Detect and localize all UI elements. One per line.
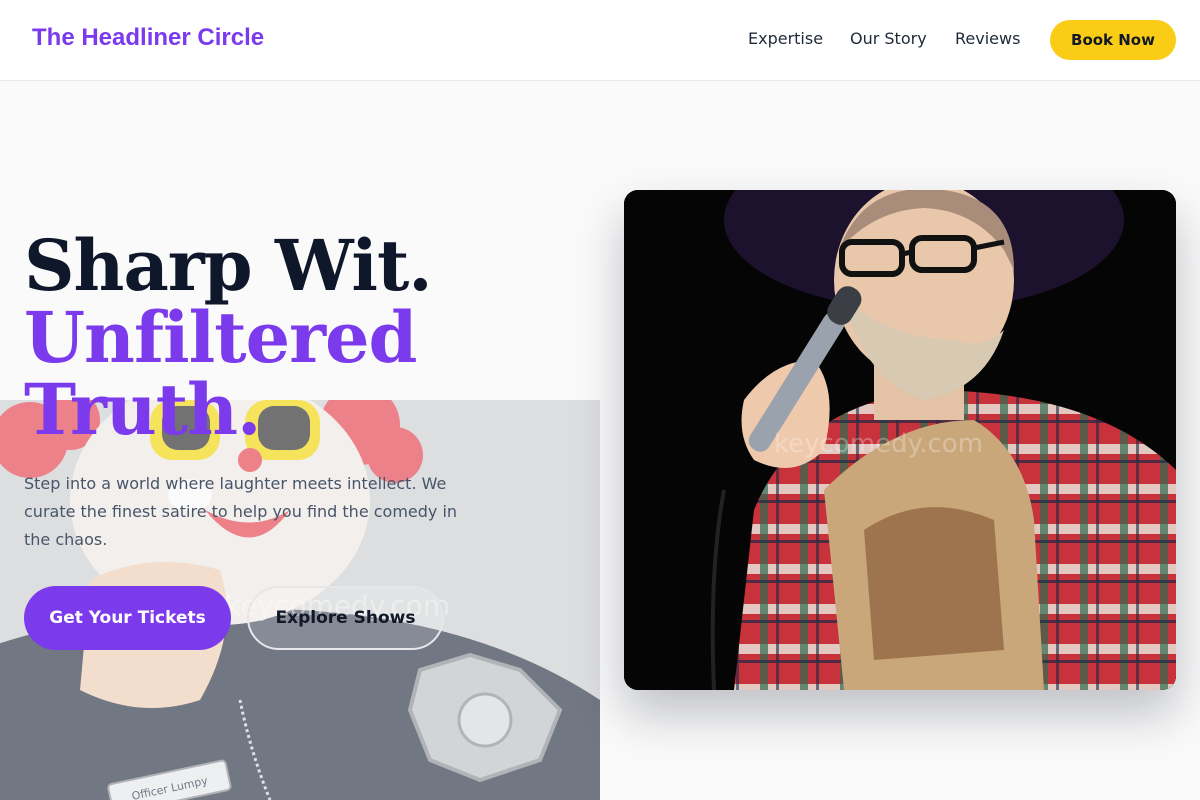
top-navbar: The Headliner Circle Expertise Our Story…: [0, 0, 1200, 81]
hero-image-comedian: keycomedy.com: [624, 190, 1176, 690]
card-watermark: keycomedy.com: [774, 429, 983, 459]
nav-link-expertise[interactable]: Expertise: [748, 29, 823, 48]
hero-title-line-1: Sharp Wit.: [24, 224, 433, 307]
explore-shows-button[interactable]: Explore Shows: [247, 586, 444, 650]
hero-title-line-2: Unfiltered: [24, 296, 417, 379]
get-tickets-button[interactable]: Get Your Tickets: [24, 586, 231, 650]
nav-link-reviews[interactable]: Reviews: [955, 29, 1020, 48]
hero-title-line-3: Truth.: [24, 368, 261, 451]
hero-description: Step into a world where laughter meets i…: [24, 474, 458, 549]
nav-link-our-story[interactable]: Our Story: [850, 29, 927, 48]
book-now-button[interactable]: Book Now: [1050, 20, 1176, 60]
brand-logo[interactable]: The Headliner Circle: [32, 24, 264, 52]
hero-title: Sharp Wit. Unfiltered Truth.: [24, 224, 433, 451]
